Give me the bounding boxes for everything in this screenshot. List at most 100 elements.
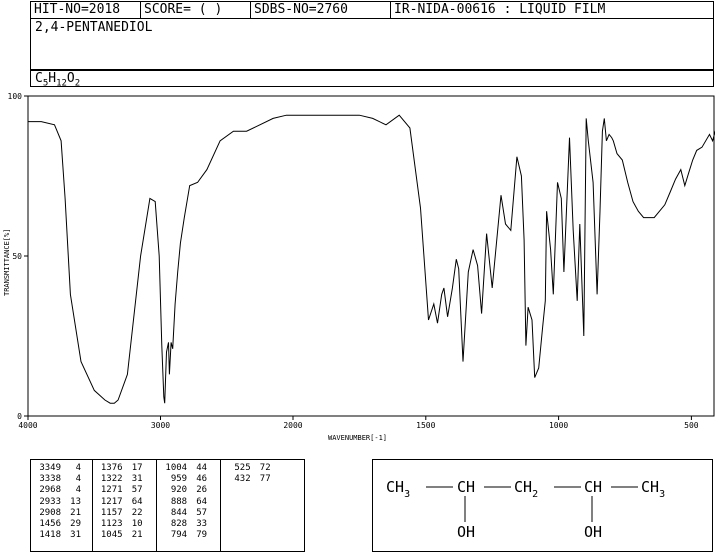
- peak-wavenumber: 1045: [100, 530, 123, 541]
- peak-row: 828 33: [161, 519, 217, 530]
- peak-wavenumber: 888: [170, 496, 188, 507]
- peak-row: 525 72: [225, 463, 301, 474]
- peak-transmittance: 72: [259, 463, 271, 473]
- peak-row: 3349 4: [35, 463, 89, 474]
- peak-row: 1418 31: [35, 530, 89, 541]
- peak-row: 2908 21: [35, 508, 89, 519]
- peak-transmittance: 33: [196, 519, 208, 530]
- spectrum-line: [28, 114, 715, 404]
- peak-wavenumber: 1157: [100, 507, 123, 518]
- plot-frame: [27, 95, 715, 417]
- peak-wavenumber: 1376: [100, 463, 123, 473]
- ch-group-2: CH: [584, 478, 602, 496]
- y-tick-label-0: 0: [17, 412, 22, 421]
- x-tick-label-2000: 2000: [283, 421, 302, 430]
- peak-row: 1217 64: [97, 497, 154, 508]
- peak-column-3: 1004 44 959 46 920 26 888 64 844 57 828 33 794 79: [157, 460, 221, 551]
- peak-wavenumber: 844: [170, 507, 188, 518]
- score-field: SCORE= ( ): [141, 2, 251, 18]
- peak-wavenumber: 1456: [39, 519, 61, 530]
- structural-formula: CH3 CH CH2 CH CH3 OH OH: [386, 478, 665, 541]
- peak-wavenumber: 794: [170, 530, 188, 541]
- peak-transmittance: 4: [75, 474, 81, 485]
- peak-row: 1456 29: [35, 519, 89, 530]
- peak-transmittance: 10: [131, 519, 143, 530]
- peak-wavenumber: 2968: [39, 485, 61, 496]
- peak-wavenumber: 828: [170, 519, 188, 530]
- peak-transmittance: 64: [196, 496, 208, 507]
- peak-row: 2933 13: [35, 497, 89, 508]
- peak-row: 959 46: [161, 474, 217, 485]
- peak-row: 888 64: [161, 497, 217, 508]
- ch3-right: CH3: [641, 478, 665, 500]
- x-tick-label-1500: 1500: [416, 421, 435, 430]
- peak-transmittance: 31: [70, 530, 81, 541]
- peak-transmittance: 77: [259, 474, 271, 485]
- peak-column-2: 1376 17 1322 31 1271 57 1217 64 1157 22 1123 10 1045…: [93, 460, 158, 551]
- formula-box: C5H12O2: [30, 70, 714, 89]
- x-axis: 4000 3000 2000 1500 1000 500: [18, 416, 699, 430]
- peak-wavenumber: 1418: [39, 530, 61, 541]
- peak-wavenumber: 2933: [39, 496, 61, 507]
- peak-row: 1004 44: [161, 463, 217, 474]
- hit-number: HIT-NO=2018: [31, 2, 141, 18]
- peak-transmittance: 29: [70, 519, 81, 530]
- peak-transmittance: 22: [131, 507, 143, 518]
- peak-wavenumber: 1123: [100, 519, 123, 530]
- x-tick-label-1000: 1000: [549, 421, 568, 430]
- x-tick-label-500: 500: [684, 421, 699, 430]
- peak-transmittance: 4: [75, 485, 81, 496]
- peak-transmittance: 57: [131, 485, 143, 496]
- x-axis-label: WAVENUMBER[-1]: [328, 434, 387, 442]
- ch2-group: CH2: [514, 478, 538, 500]
- ir-spectrum-chart: 0 50 100 4000 3000 2000 1500 1000 500 TRANSMITT…: [3, 92, 715, 442]
- peak-row: 1123 10: [97, 519, 154, 530]
- peak-wavenumber: 920: [170, 485, 188, 496]
- compound-name-box: 2,4-PENTANEDIOL: [30, 18, 714, 70]
- peak-row: 794 79: [161, 530, 217, 541]
- peak-wavenumber: 959: [170, 474, 188, 485]
- peak-wavenumber: 1217: [100, 496, 123, 507]
- peak-row: 3338 4: [35, 474, 89, 485]
- peak-wavenumber: 1004: [165, 463, 188, 473]
- ch3-left: CH3: [386, 478, 410, 500]
- peak-wavenumber: 432: [234, 474, 251, 485]
- peak-wavenumber: 3338: [39, 474, 61, 485]
- peak-transmittance: 21: [131, 530, 143, 541]
- ir-nida-method: IR-NIDA-00616 : LIQUID FILM: [394, 2, 606, 17]
- y-axis-label: TRANSMITTANCE[%]: [3, 229, 11, 296]
- peak-transmittance: 79: [196, 530, 208, 541]
- peak-transmittance: 57: [196, 507, 208, 518]
- peak-row: 1157 22: [97, 508, 154, 519]
- peak-column-1: 3349 4 3338 4 2968 4 2933 13 2908 21 1456 29 1418 31: [31, 460, 93, 551]
- peak-column-4: 525 72 432 77: [221, 460, 304, 551]
- peak-transmittance: 46: [196, 474, 208, 485]
- y-tick-label-100: 100: [8, 92, 23, 101]
- peak-row: 1271 57: [97, 485, 154, 496]
- peak-transmittance: 26: [196, 485, 208, 496]
- peak-transmittance: 4: [75, 463, 81, 473]
- peak-wavenumber: 525: [234, 463, 251, 473]
- peak-wavenumber: 1322: [100, 474, 123, 485]
- peak-transmittance: 13: [70, 496, 81, 507]
- header-bar: HIT-NO=2018 SCORE= ( ) SDBS-NO=2760 IR-N…: [30, 1, 714, 19]
- peak-row: 844 57: [161, 508, 217, 519]
- peak-row: 432 77: [225, 474, 301, 485]
- peak-transmittance: 44: [196, 463, 208, 473]
- peak-row: 1045 21: [97, 530, 154, 541]
- peak-wavenumber: 3349: [39, 463, 61, 473]
- molecular-formula: C5H12O2: [35, 71, 81, 89]
- peak-transmittance: 64: [131, 496, 143, 507]
- compound-name: 2,4-PENTANEDIOL: [35, 20, 153, 35]
- peak-wavenumber: 1271: [100, 485, 123, 496]
- peak-row: 920 26: [161, 485, 217, 496]
- oh-group-1: OH: [457, 523, 475, 541]
- ch-group-1: CH: [457, 478, 475, 496]
- peak-transmittance: 21: [70, 507, 81, 518]
- peak-table: 3349 4 3338 4 2968 4 2933 13 2908 21 1456 29 1418 31 1…: [30, 459, 305, 552]
- sdbs-number: SDBS-NO=2760: [251, 2, 391, 18]
- oh-group-2: OH: [584, 523, 602, 541]
- peak-row: 2968 4: [35, 485, 89, 496]
- peak-row: 1322 31: [97, 474, 154, 485]
- peak-wavenumber: 2908: [39, 507, 61, 518]
